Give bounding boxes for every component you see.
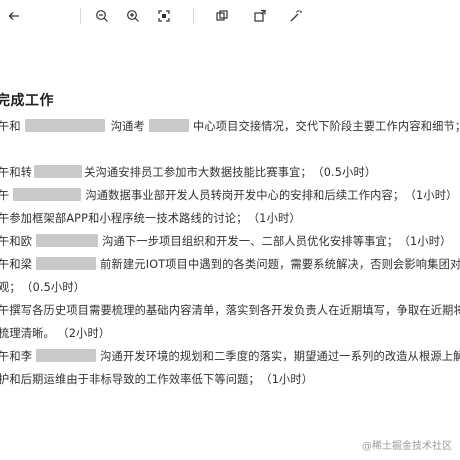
magic-wand-icon[interactable] [285,6,305,26]
fullscreen-icon[interactable] [212,6,232,26]
list-item: 观； （0.5小时） [0,281,86,294]
redacted-name [36,349,97,362]
toolbar-divider [193,8,194,24]
list-item: 午和欧 沟通下一步项目组织和开发一、二部人员优化安排等事宜； （1小时） [0,234,452,248]
list-item: 午撰写各历史项目需要梳理的基础内容清单，落实到各开发负责人在近期填写，争取在近期… [0,304,460,317]
redacted-name [148,119,189,132]
list-item: 梳理清晰。 （2小时） [0,327,111,340]
toolbar-divider [80,8,81,24]
document-content: 完成工作 午和 沟通考 中心项目交接情况，交代下阶段主要工作内容和细节； 午和转 关沟… [0,80,460,460]
list-item: 午沟通数据事业部开发人员转岗开发中心的安排和后续工作内容； （1小时） [0,188,458,202]
list-item: 午和 沟通考 中心项目交接情况，交代下阶段主要工作内容和细节； [0,119,460,133]
redacted-name [34,165,83,178]
redacted-name [24,119,105,132]
list-item: 午和转 关沟通安排员工参加市大数据技能比赛事宜； （0.5小时） [0,165,377,179]
viewer-toolbar [0,0,460,32]
redacted-name [13,188,82,201]
fit-to-window-icon[interactable] [154,6,174,26]
redacted-name [36,257,97,270]
list-item: 午参加框架部APP和小程序统一技术路线的讨论； （1小时） [0,212,301,225]
zoom-out-icon[interactable] [92,6,112,26]
list-item: 护和后期运维由于非标导致的工作效率低下等问题； （1小时） [0,373,314,386]
section-heading: 完成工作 [0,93,54,109]
list-item: 午和李 沟通开发环境的规划和二季度的落实，期望通过一系列的改造从根源上解 [0,349,460,363]
watermark: @稀土掘金技术社区 [362,441,452,452]
zoom-in-icon[interactable] [123,6,143,26]
redacted-name [36,234,99,247]
rotate-icon[interactable] [250,6,270,26]
back-icon[interactable] [4,6,24,26]
list-item: 午和梁 前新建元IOT项目中遇到的各类问题，需要系统解决，否则会影响集团对测 [0,257,460,271]
